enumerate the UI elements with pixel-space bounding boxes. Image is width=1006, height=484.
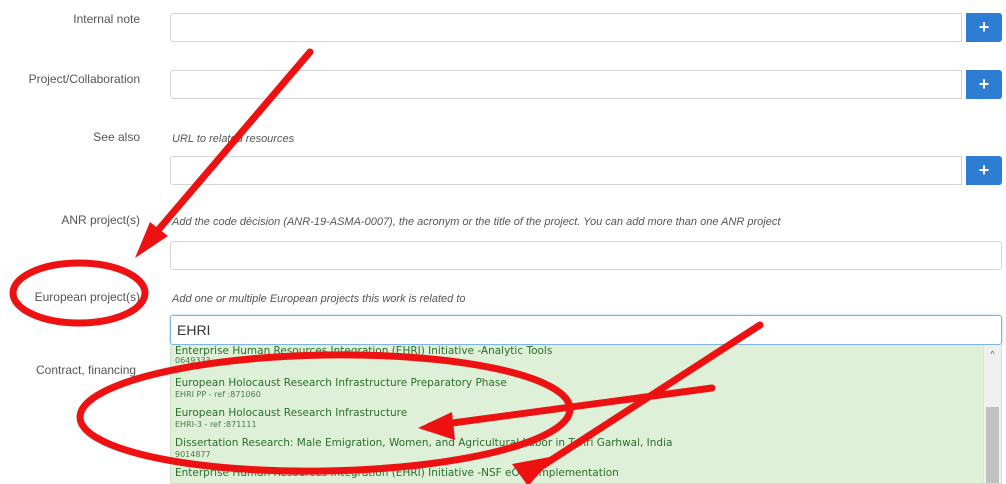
contract-label: Contract, financing	[36, 363, 137, 377]
suggestion-title: European Holocaust Research Infrastructu…	[175, 377, 507, 389]
anr-input[interactable]	[170, 241, 1002, 270]
see-also-add-button[interactable]: +	[966, 156, 1002, 185]
european-help: Add one or multiple European projects th…	[172, 293, 466, 305]
suggestion-title: Dissertation Research: Male Emigration, …	[175, 437, 673, 449]
scroll-thumb[interactable]	[986, 407, 999, 483]
suggestion-item[interactable]: Enterprise Human Resources Integration (…	[175, 459, 979, 483]
european-label: European project(s)	[34, 290, 140, 304]
suggestions-scrollbar[interactable]: ^	[983, 345, 1001, 483]
suggestion-item[interactable]: Dissertation Research: Male Emigration, …	[175, 429, 979, 459]
suggestions-dropdown: Enterprise Human Resources Integration (…	[170, 345, 1002, 484]
suggestion-item[interactable]: European Holocaust Research Infrastructu…	[175, 399, 979, 429]
anr-label: ANR project(s)	[61, 213, 140, 227]
see-also-label: See also	[93, 130, 140, 144]
see-also-help: URL to related resources	[172, 133, 295, 145]
suggestion-title: Enterprise Human Resources Integration (…	[175, 467, 619, 479]
suggestions-list: Enterprise Human Resources Integration (…	[175, 345, 979, 483]
internal-note-add-button[interactable]: +	[966, 13, 1002, 42]
see-also-input[interactable]	[170, 156, 962, 185]
suggestion-title: European Holocaust Research Infrastructu…	[175, 407, 408, 419]
project-collab-add-button[interactable]: +	[966, 70, 1002, 99]
suggestion-ref: EHRI-3 - ref :871111	[175, 420, 257, 429]
internal-note-label: Internal note	[73, 12, 140, 26]
suggestion-item[interactable]: European Holocaust Research Infrastructu…	[175, 369, 979, 399]
suggestion-ref: 0649333	[175, 356, 211, 365]
suggestion-ref: 9014877	[175, 450, 211, 459]
suggestion-ref: EHRI PP - ref :871060	[175, 390, 261, 399]
project-collab-label: Project/Collaboration	[28, 72, 140, 86]
european-search-input[interactable]: EHRI	[170, 315, 1002, 345]
annotation-arrow-1-head	[135, 222, 168, 258]
project-collab-input[interactable]	[170, 70, 962, 99]
scroll-up-icon[interactable]: ^	[984, 347, 1001, 361]
suggestion-title: Enterprise Human Resources Integration (…	[175, 345, 553, 357]
anr-help: Add the code décision (ANR-19-ASMA-0007)…	[172, 216, 781, 228]
internal-note-input[interactable]	[170, 13, 962, 42]
